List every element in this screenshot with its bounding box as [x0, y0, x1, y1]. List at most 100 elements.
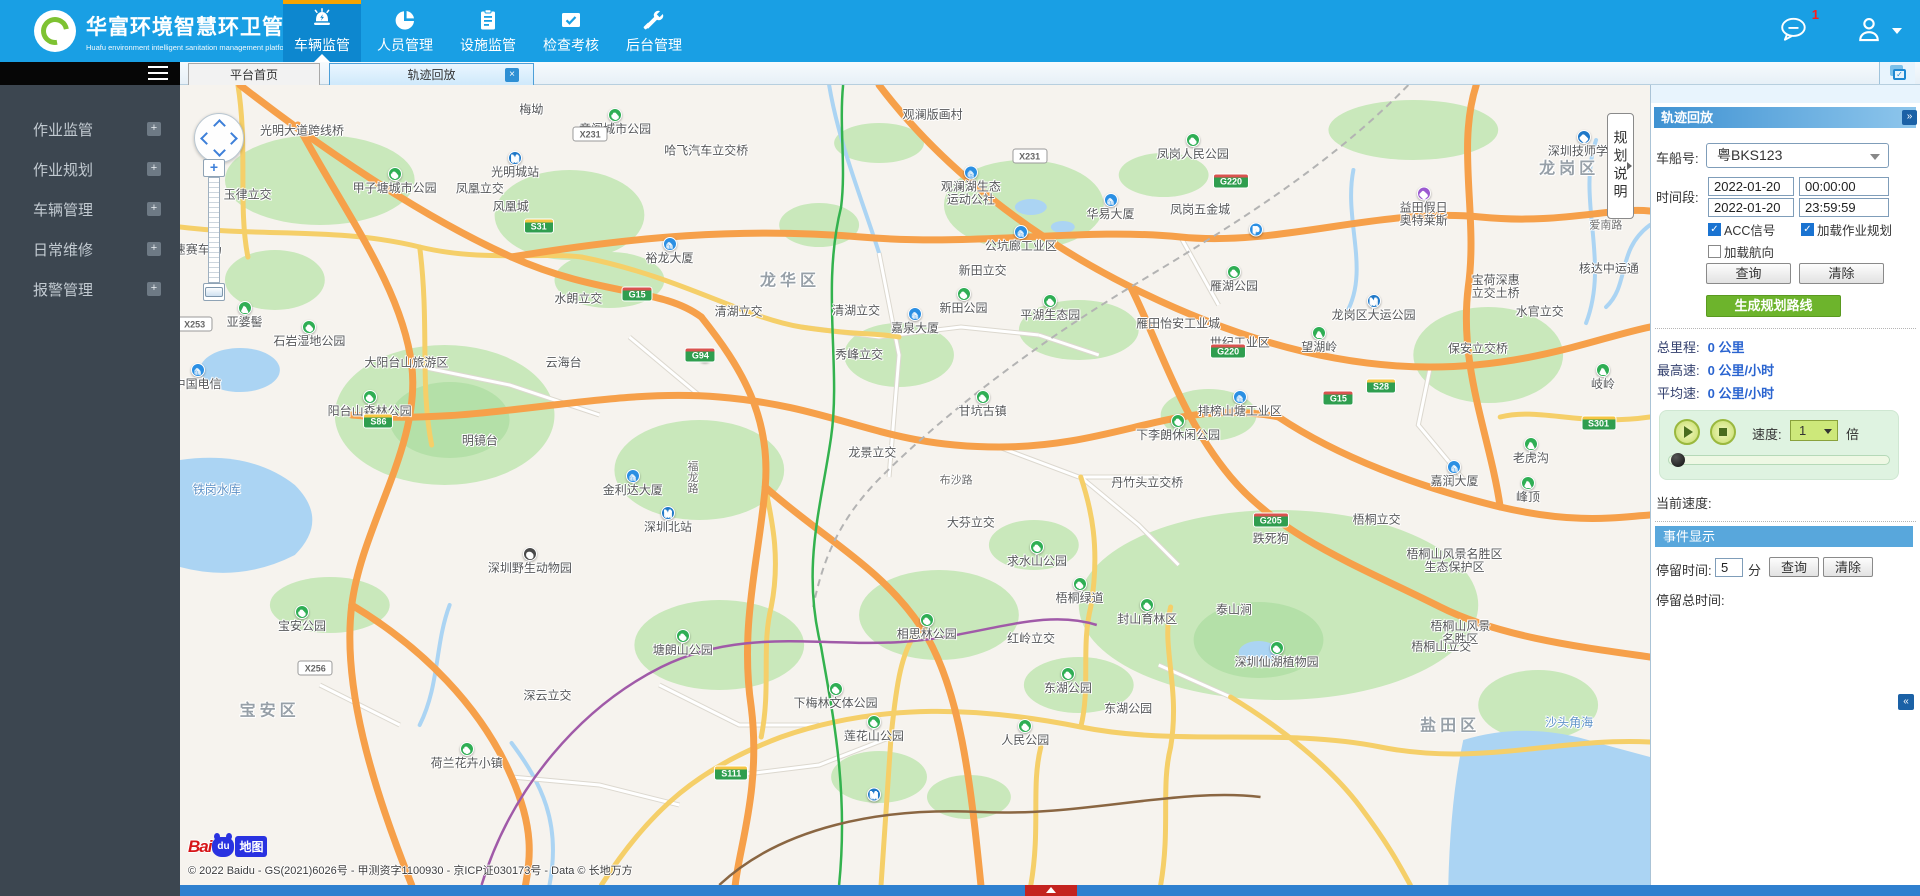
bldg-marker-icon[interactable]: ⌂ — [964, 165, 978, 179]
start-date-input[interactable]: 2022-01-20 — [1708, 177, 1794, 196]
map-poi-mtn[interactable]: ▲峰顶 — [1516, 476, 1540, 504]
map-poi-bldg[interactable]: ⌂裕龙大厦 — [645, 237, 693, 265]
metro-marker-icon[interactable]: M — [661, 506, 675, 520]
expand-plus-icon[interactable]: + — [147, 162, 161, 176]
map-poi-park[interactable]: ♣深圳仙湖植物园 — [1235, 641, 1319, 669]
map-poi-metro[interactable]: M深圳北站 — [644, 506, 692, 534]
map-poi-metro[interactable]: M光明城站 — [491, 151, 539, 179]
map-pan-control[interactable] — [194, 113, 244, 163]
map-poi-park[interactable]: ♣相思林公园 — [897, 613, 957, 641]
map-poi-park[interactable]: ♣甲子塘城市公园 — [353, 167, 437, 195]
map-poi-park[interactable]: ♣东湖公园 — [1044, 667, 1092, 695]
mtn-marker-icon[interactable]: ▲ — [1596, 363, 1610, 377]
user-menu-button[interactable] — [1855, 15, 1902, 48]
map-poi-mtn[interactable]: ▲望湖岭 — [1301, 326, 1337, 354]
map-poi-park[interactable]: ♣新田公园 — [939, 287, 987, 315]
park-marker-icon[interactable]: ♣ — [1073, 577, 1087, 591]
checkbox-icon[interactable] — [1708, 245, 1721, 258]
map-poi-park[interactable]: ♣塘朗山公园 — [653, 629, 713, 657]
tab-platform-home[interactable]: 平台首页 — [188, 63, 320, 85]
metro-marker-icon[interactable]: M — [867, 787, 881, 801]
bldg-marker-icon[interactable]: ⌂ — [908, 307, 922, 321]
park-marker-icon[interactable]: ♣ — [1227, 265, 1241, 279]
map-poi-park[interactable]: ♣封山育林区 — [1117, 598, 1177, 626]
expand-plus-icon[interactable]: + — [147, 202, 161, 216]
park-marker-icon[interactable]: ♣ — [608, 108, 622, 122]
vehicle-select[interactable]: 粤BKS123 — [1706, 143, 1889, 168]
map-poi-shop[interactable]: ◆益田假日奥特莱斯 — [1400, 186, 1448, 227]
stay-query-button[interactable]: 查询 — [1769, 557, 1819, 577]
play-button[interactable] — [1674, 419, 1700, 445]
expand-plus-icon[interactable]: + — [147, 282, 161, 296]
map-poi-park[interactable]: ♣下李朗休闲公园 — [1136, 414, 1220, 442]
sidebar-item-1[interactable]: 作业规划+ — [0, 149, 180, 189]
map-poi-park[interactable]: ♣甘坑古镇 — [959, 390, 1007, 418]
park-marker-icon[interactable]: ♣ — [676, 629, 690, 643]
map-poi-metro[interactable]: M — [867, 787, 881, 802]
map-poi-park[interactable]: ♣平湖生态园 — [1020, 294, 1080, 322]
close-icon[interactable]: × — [505, 68, 519, 82]
park-marker-icon[interactable]: ♣ — [1043, 294, 1057, 308]
expand-plus-icon[interactable]: + — [147, 122, 161, 136]
park-marker-icon[interactable]: ♣ — [976, 390, 990, 404]
park-marker-icon[interactable]: ♣ — [956, 287, 970, 301]
stop-button[interactable] — [1710, 419, 1736, 445]
nav-item-3[interactable]: 检查考核 — [532, 0, 610, 62]
map-poi-bldg[interactable]: ⌂观澜湖生态运动公社 — [941, 165, 1001, 206]
sidebar-item-4[interactable]: 报警管理+ — [0, 269, 180, 309]
zoo-marker-icon[interactable]: ☻ — [523, 547, 537, 561]
stay-time-input[interactable]: 5 — [1715, 558, 1743, 577]
zoom-slider-handle[interactable] — [205, 287, 223, 297]
park-marker-icon[interactable]: ♣ — [1186, 133, 1200, 147]
start-time-input[interactable]: 00:00:00 — [1799, 177, 1889, 196]
menu-toggle-icon[interactable] — [148, 66, 168, 80]
map-canvas[interactable]: 光明大道跨线桥梅坳♣章阁城市公园观澜版画村哈飞汽车立交桥◆深圳技师学院♣凤岗人民… — [180, 85, 1650, 885]
expand-plus-icon[interactable]: + — [147, 242, 161, 256]
school-marker-icon[interactable]: ◆ — [1577, 130, 1591, 144]
mtn-marker-icon[interactable]: ▲ — [238, 301, 252, 315]
bldg-marker-icon[interactable]: ⌂ — [191, 363, 205, 377]
mtn-marker-icon[interactable]: ▲ — [1312, 326, 1326, 340]
speed-select[interactable]: 1 — [1790, 420, 1838, 441]
park-marker-icon[interactable]: ♣ — [302, 320, 316, 334]
stay-clear-button[interactable]: 清除 — [1823, 557, 1873, 577]
clear-button[interactable]: 清除 — [1799, 263, 1884, 284]
map-layers-button[interactable]: ✓ — [1879, 62, 1915, 84]
map-poi-park[interactable]: ♣凤岗人民公园 — [1157, 133, 1229, 161]
bldg-marker-icon[interactable]: ⌂ — [662, 237, 676, 251]
sidebar-item-2[interactable]: 车辆管理+ — [0, 189, 180, 229]
map-poi-park[interactable]: ♣雁湖公园 — [1210, 265, 1258, 293]
park-marker-icon[interactable]: ♣ — [1270, 641, 1284, 655]
nav-item-4[interactable]: 后台管理 — [615, 0, 693, 62]
park-marker-icon[interactable]: ♣ — [363, 390, 377, 404]
map-poi-park[interactable]: ♣人民公园 — [1001, 719, 1049, 747]
park-marker-icon[interactable]: ♣ — [388, 167, 402, 181]
map-poi-park[interactable]: ♣求水山公园 — [1007, 540, 1067, 568]
bottom-panel-toggle[interactable] — [1025, 885, 1077, 896]
map-poi-park[interactable]: ♣莲花山公园 — [844, 715, 904, 743]
load-plan-checkbox[interactable]: ✓ 加载作业规划 — [1801, 220, 1892, 239]
map-poi-bldg[interactable]: ⌂金利达大厦 — [603, 469, 663, 497]
zoom-slider-track[interactable] — [208, 177, 220, 283]
messages-button[interactable]: 1 — [1779, 16, 1809, 47]
mtn-marker-icon[interactable]: ▲ — [1521, 476, 1535, 490]
plan-description-button[interactable]: 规划说明 — [1607, 113, 1634, 219]
map-poi-park[interactable]: ♣宝安公园 — [278, 605, 326, 633]
park-marker-icon[interactable]: ♣ — [1140, 598, 1154, 612]
shop-marker-icon[interactable]: ◆ — [1417, 186, 1431, 200]
slider-knob[interactable] — [1671, 453, 1685, 467]
map-poi-bldg[interactable]: ⌂嘉润大厦 — [1430, 460, 1478, 488]
panel-expand-button[interactable]: « — [1898, 694, 1914, 710]
parking-marker-icon[interactable]: P — [1249, 222, 1263, 236]
pan-right-icon[interactable] — [225, 132, 238, 145]
map-poi-mtn[interactable]: ▲亚婆髻 — [227, 301, 263, 329]
mtn-marker-icon[interactable]: ▲ — [1524, 437, 1538, 451]
sidebar-item-0[interactable]: 作业监管+ — [0, 109, 180, 149]
map-poi-bldg[interactable]: ⌂华易大厦 — [1086, 193, 1134, 221]
bldg-marker-icon[interactable]: ⌂ — [1014, 225, 1028, 239]
map-poi-bldg[interactable]: ⌂中国电信 — [180, 363, 222, 391]
panel-collapse-button[interactable]: » — [1902, 110, 1917, 125]
park-marker-icon[interactable]: ♣ — [920, 613, 934, 627]
nav-item-1[interactable]: 人员管理 — [366, 0, 444, 62]
nav-item-2[interactable]: 设施监管 — [449, 0, 527, 62]
